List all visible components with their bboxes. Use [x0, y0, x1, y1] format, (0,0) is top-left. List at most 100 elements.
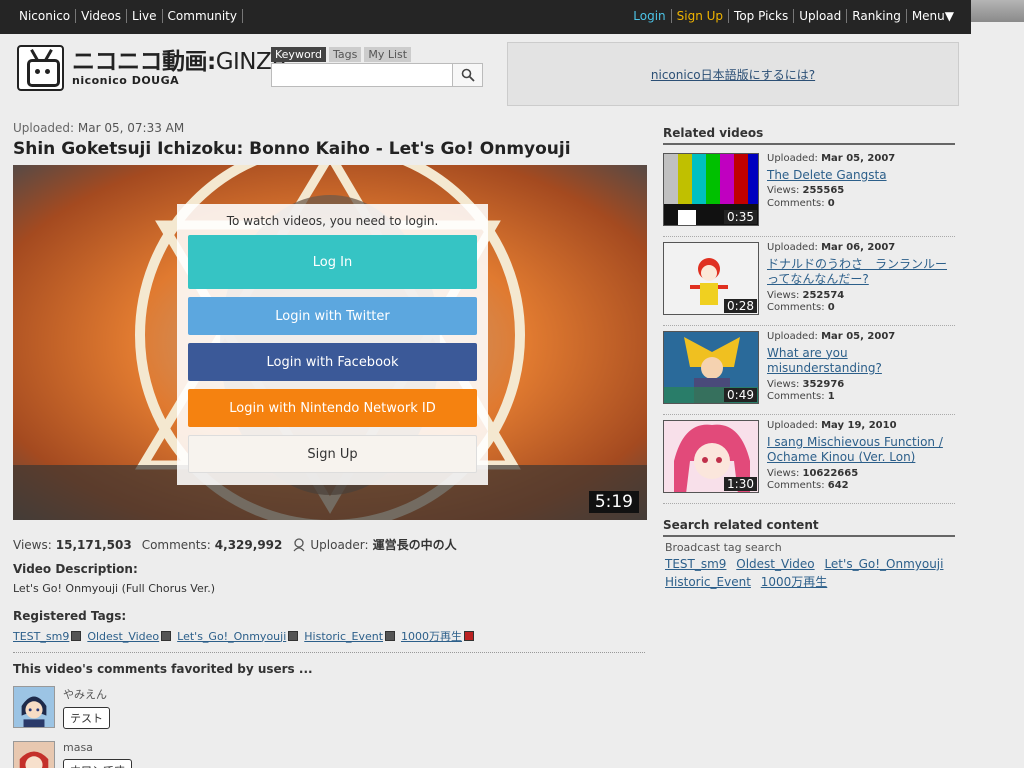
- tag-lock-icon[interactable]: [161, 631, 172, 641]
- related-uploaded-label: Uploaded:: [767, 153, 818, 164]
- divider: [13, 652, 645, 653]
- tag-label[interactable]: Oldest_Video: [87, 630, 159, 643]
- login-twitter-button[interactable]: Login with Twitter: [188, 297, 477, 335]
- related-video-duration: 0:35: [724, 210, 757, 224]
- related-views-label: Views:: [767, 378, 800, 390]
- related-video-item[interactable]: 1:30 Uploaded: May 19, 2010 I sang Misch…: [663, 420, 955, 504]
- related-tag-link[interactable]: Historic_Event: [665, 575, 751, 589]
- uploader-icon: [293, 537, 305, 551]
- tag-item[interactable]: Oldest_Video: [87, 628, 172, 644]
- tag-lock-icon[interactable]: [71, 631, 82, 641]
- video-duration: 5:19: [588, 491, 639, 513]
- encyclopedia-icon[interactable]: [464, 631, 475, 641]
- tag-label[interactable]: TEST_sm9: [13, 630, 69, 643]
- views-label: Views:: [13, 537, 52, 552]
- japanese-version-banner[interactable]: niconico日本語版にするには?: [507, 42, 959, 106]
- related-video-date: Mar 06, 2007: [821, 242, 896, 253]
- login-nintendo-button[interactable]: Login with Nintendo Network ID: [188, 389, 477, 427]
- nav-ranking[interactable]: Ranking: [847, 9, 907, 23]
- nav-login[interactable]: Login: [628, 9, 672, 23]
- tag-item[interactable]: 1000万再生: [401, 628, 475, 644]
- tag-item[interactable]: TEST_sm9: [13, 628, 82, 644]
- search-tab-tags[interactable]: Tags: [328, 47, 362, 62]
- login-button[interactable]: Log In: [188, 235, 477, 289]
- nav-left: Niconico Videos Live Community: [14, 9, 243, 23]
- nav-menu[interactable]: Menu▼: [907, 9, 959, 23]
- search-icon: [461, 68, 475, 82]
- favorited-comments-heading: This video's comments favorited by users…: [13, 662, 313, 676]
- search-input[interactable]: [271, 63, 453, 87]
- tag-list: TEST_sm9 Oldest_Video Let's_Go!_Onmyouji…: [13, 628, 475, 644]
- related-tag-link[interactable]: 1000万再生: [761, 575, 828, 589]
- search-button[interactable]: [453, 63, 483, 87]
- nav-niconico[interactable]: Niconico: [14, 9, 77, 23]
- tag-item[interactable]: Historic_Event: [304, 628, 396, 644]
- related-views-label: Views:: [767, 185, 800, 197]
- related-video-title[interactable]: The Delete Gangsta: [767, 168, 957, 184]
- related-video-comments: 0: [827, 302, 835, 314]
- tag-lock-icon[interactable]: [385, 631, 396, 641]
- upload-label: Uploaded:: [13, 121, 75, 135]
- tv-logo-icon: [17, 45, 64, 91]
- related-video-date: Mar 05, 2007: [821, 331, 896, 342]
- login-facebook-button[interactable]: Login with Facebook: [188, 343, 477, 381]
- site-logo[interactable]: ニコニコ動画:GINZA niconico DOUGA: [17, 45, 287, 91]
- related-tag-link[interactable]: Let's_Go!_Onmyouji: [824, 557, 943, 571]
- related-uploaded-label: Uploaded:: [767, 242, 818, 253]
- related-video-date: Mar 05, 2007: [821, 153, 896, 164]
- related-video-views: 352976: [802, 378, 845, 390]
- scrollbar-corner: [971, 0, 1024, 22]
- related-video-thumbnail[interactable]: 0:28: [663, 242, 759, 315]
- comment-user: masa: [63, 741, 93, 754]
- nav-community[interactable]: Community: [163, 9, 243, 23]
- avatar[interactable]: [13, 741, 55, 768]
- related-video-thumbnail[interactable]: 0:35: [663, 153, 759, 226]
- search-tab-mylist[interactable]: My List: [364, 47, 412, 62]
- description-heading: Video Description:: [13, 562, 138, 576]
- related-video-item[interactable]: 0:28 Uploaded: Mar 06, 2007 ドナルドのうわさ ランラ…: [663, 242, 955, 326]
- related-video-item[interactable]: 0:35 Uploaded: Mar 05, 2007 The Delete G…: [663, 153, 955, 237]
- comment-user: やみえん: [63, 688, 107, 701]
- tag-label[interactable]: Historic_Event: [304, 630, 383, 643]
- japanese-version-link[interactable]: niconico日本語版にするには?: [651, 66, 815, 83]
- avatar[interactable]: [13, 686, 55, 728]
- comment-text: ホワンです: [63, 759, 132, 768]
- favorited-comment: やみえん テスト: [13, 686, 110, 729]
- related-video-title[interactable]: ドナルドのうわさ ランランルーってなんなんだー?: [767, 257, 957, 288]
- tag-item[interactable]: Let's_Go!_Onmyouji: [177, 628, 299, 644]
- related-uploaded-label: Uploaded:: [767, 420, 818, 431]
- comments-label: Comments:: [141, 537, 211, 552]
- nav-top-picks[interactable]: Top Picks: [729, 9, 795, 23]
- tag-label[interactable]: 1000万再生: [401, 628, 462, 644]
- tag-lock-icon[interactable]: [288, 631, 299, 641]
- video-title: Shin Goketsuji Ichizoku: Bonno Kaiho - L…: [13, 139, 571, 159]
- top-nav-bar: Niconico Videos Live Community Login Sig…: [0, 0, 971, 34]
- nav-live[interactable]: Live: [127, 9, 163, 23]
- search-tab-keyword[interactable]: Keyword: [271, 47, 326, 62]
- related-video-thumbnail[interactable]: 0:49: [663, 331, 759, 404]
- nav-videos[interactable]: Videos: [76, 9, 128, 23]
- signup-button[interactable]: Sign Up: [188, 435, 477, 473]
- comments-count: 4,329,992: [214, 537, 283, 552]
- related-video-title[interactable]: What are you misunderstanding?: [767, 346, 957, 377]
- right-sidebar: Related videos 0:35 Uploaded: Mar 05, 20…: [663, 126, 955, 589]
- related-comments-label: Comments:: [767, 197, 825, 209]
- nav-signup[interactable]: Sign Up: [672, 9, 730, 23]
- related-comments-label: Comments:: [767, 391, 825, 403]
- uploader-name[interactable]: 運営長の中の人: [373, 536, 457, 553]
- related-video-item[interactable]: 0:49 Uploaded: Mar 05, 2007 What are you…: [663, 331, 955, 415]
- related-videos-heading: Related videos: [663, 126, 955, 145]
- upload-date: Uploaded: Mar 05, 07:33 AM: [13, 121, 184, 135]
- tag-label[interactable]: Let's_Go!_Onmyouji: [177, 630, 286, 643]
- related-video-title[interactable]: I sang Mischievous Function / Ochame Kin…: [767, 435, 957, 466]
- related-video-duration: 0:28: [724, 299, 757, 313]
- related-video-date: May 19, 2010: [821, 420, 897, 431]
- search-related-heading: Search related content: [663, 518, 955, 537]
- views-count: 15,171,503: [55, 537, 132, 552]
- related-tag-link[interactable]: TEST_sm9: [665, 557, 726, 571]
- logo-sub-text: niconico DOUGA: [72, 73, 180, 87]
- related-tag-link[interactable]: Oldest_Video: [736, 557, 814, 571]
- login-message: To watch videos, you need to login.: [226, 214, 439, 228]
- related-video-thumbnail[interactable]: 1:30: [663, 420, 759, 493]
- nav-upload[interactable]: Upload: [794, 9, 848, 23]
